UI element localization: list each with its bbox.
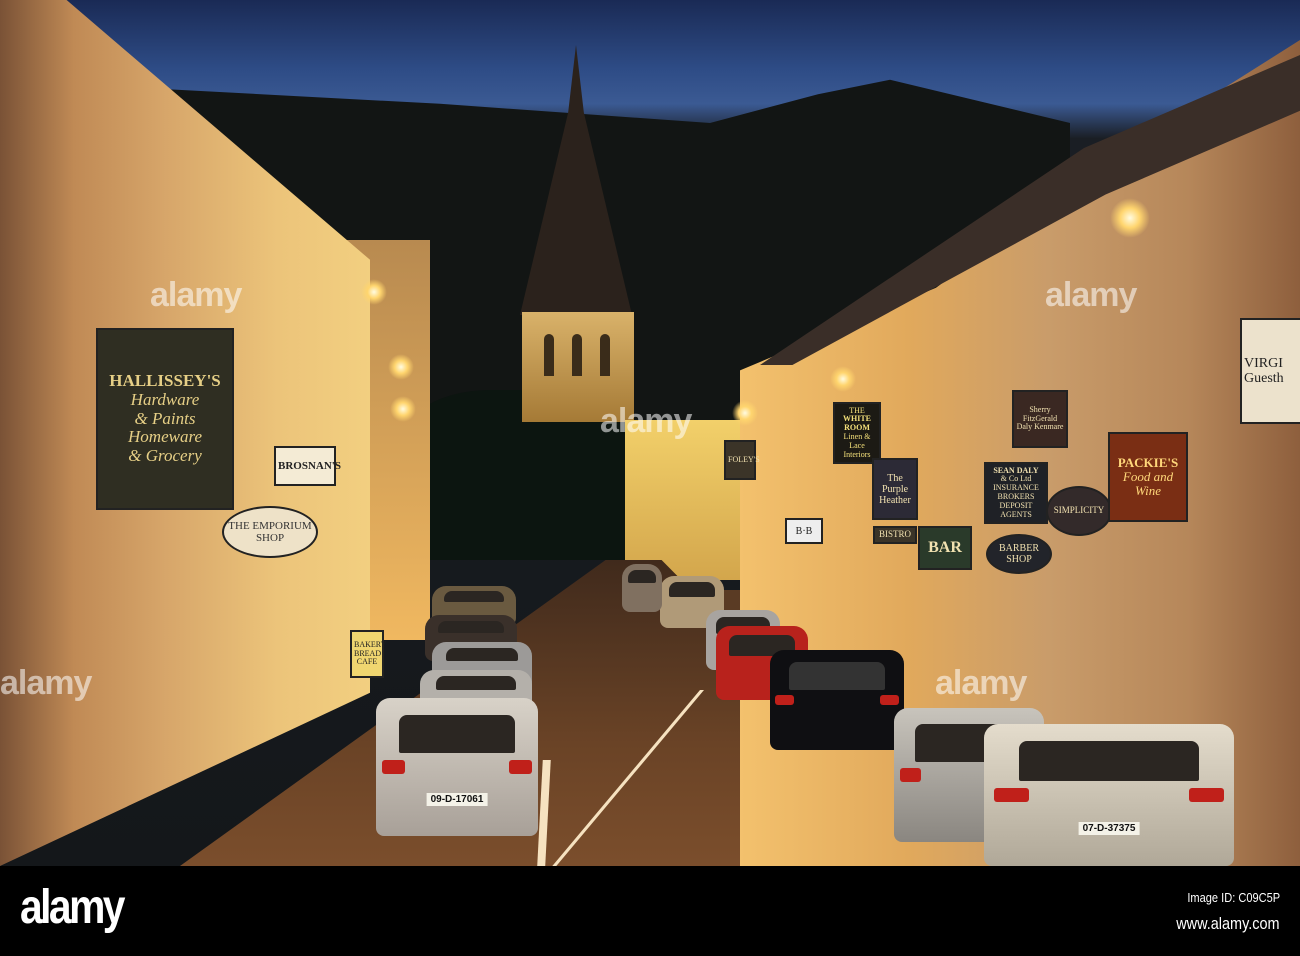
sign-white-room: THE WHITE ROOM Linen & Lace Interiors [833, 402, 881, 464]
parked-car-black [770, 650, 904, 750]
sign-text: THE EMPORIUM SHOP [228, 519, 312, 544]
sign-bakery: BAKERY BREAD CAFE [350, 630, 386, 678]
sign-text: Homeware [128, 427, 202, 447]
watermark: alamy [600, 402, 692, 440]
street-lamp [361, 279, 387, 305]
sign-text: WHITE ROOM [842, 414, 871, 433]
parked-car-silver: 07-D-37375 [984, 724, 1234, 866]
sign-text: Heather [879, 494, 911, 506]
sign-foleys: FOLEY'S [724, 440, 760, 480]
sign-bar: BAR [918, 526, 972, 570]
parked-car-silver: 09-D-17061 [376, 698, 538, 836]
sign-text: FOLEY'S [728, 454, 760, 464]
sign-bistro: BISTRO [873, 526, 917, 544]
sign-text: Food and [1122, 468, 1174, 484]
sign-text: & Grocery [128, 446, 202, 466]
sign-text: Interiors [843, 449, 871, 459]
sign-text: Daly Kenmare [1016, 422, 1064, 432]
sign-text: Hardware [130, 389, 200, 409]
site-url: www.alamy.com [1176, 914, 1280, 933]
watermark: alamy [935, 664, 1027, 702]
sign-text: The [887, 472, 903, 484]
parked-car [622, 564, 662, 612]
watermark: alamy [150, 276, 242, 314]
sign-text: INSURANCE BROKERS [993, 483, 1039, 501]
watermark: alamy [0, 664, 92, 702]
sign-text: HALLISSEY'S [109, 371, 221, 391]
sign-text: SHOP [1006, 554, 1032, 565]
sign-text: BARBER [998, 543, 1039, 554]
sign-text: Wine [1135, 483, 1161, 499]
sign-text: BISTRO [878, 529, 911, 540]
sign-text: Guesth [1244, 371, 1284, 386]
sign-text: & Paints [134, 408, 196, 428]
sign-brosnans: BROSNAN'S [274, 446, 341, 486]
sign-text: Linen & Lace [843, 432, 871, 450]
street-lamp [1110, 198, 1150, 238]
sign-bb: B·B [785, 518, 823, 544]
sign-sean-daly: SEAN DALY & Co Ltd INSURANCE BROKERS DEPOSI… [984, 462, 1048, 524]
watermark: alamy [1045, 276, 1137, 314]
sign-purple-heather: The Purple Heather [872, 458, 918, 520]
street-photo: HALLISSEY'S Hardware & Paints Homeware &… [0, 0, 1300, 866]
sign-barber-shop: BARBER SHOP [986, 534, 1052, 574]
sign-text: CAFE [356, 657, 378, 667]
sign-text: BROSNAN'S [278, 459, 341, 472]
sign-text: VIRGI [1244, 355, 1283, 371]
street-lamp [830, 366, 856, 392]
sign-text: Sherry FitzGerald [1022, 404, 1058, 423]
license-plate: 09-D-17061 [426, 792, 488, 806]
sign-packies: PACKIE'S Food and Wine [1108, 432, 1188, 522]
sign-hallisseys: HALLISSEY'S Hardware & Paints Homeware &… [96, 328, 234, 510]
image-id: Image ID: C09C5P [1187, 890, 1280, 905]
sign-text: PACKIE'S [1117, 454, 1179, 470]
street-lamp [732, 400, 758, 426]
sign-text: BAR [928, 539, 962, 557]
sign-virginia-guesthouse: VIRGI Guesth [1240, 318, 1300, 424]
street-lamp [390, 396, 416, 422]
street-lamp [388, 354, 414, 380]
license-plate: 07-D-37375 [1078, 821, 1140, 835]
sign-simplicity: SIMPLICITY [1046, 486, 1112, 536]
sign-emporium: THE EMPORIUM SHOP [222, 506, 318, 558]
sign-sherry-fitzgerald: Sherry FitzGerald Daly Kenmare [1012, 390, 1068, 448]
sign-text: Purple [881, 483, 909, 495]
sign-text: B·B [795, 525, 813, 537]
footer-bar: alamy Image ID: C09C5P www.alamy.com [0, 866, 1300, 956]
sign-text: DEPOSIT AGENTS [999, 500, 1033, 519]
alamy-logo: alamy [20, 881, 125, 934]
sign-text: SIMPLICITY [1053, 505, 1105, 516]
